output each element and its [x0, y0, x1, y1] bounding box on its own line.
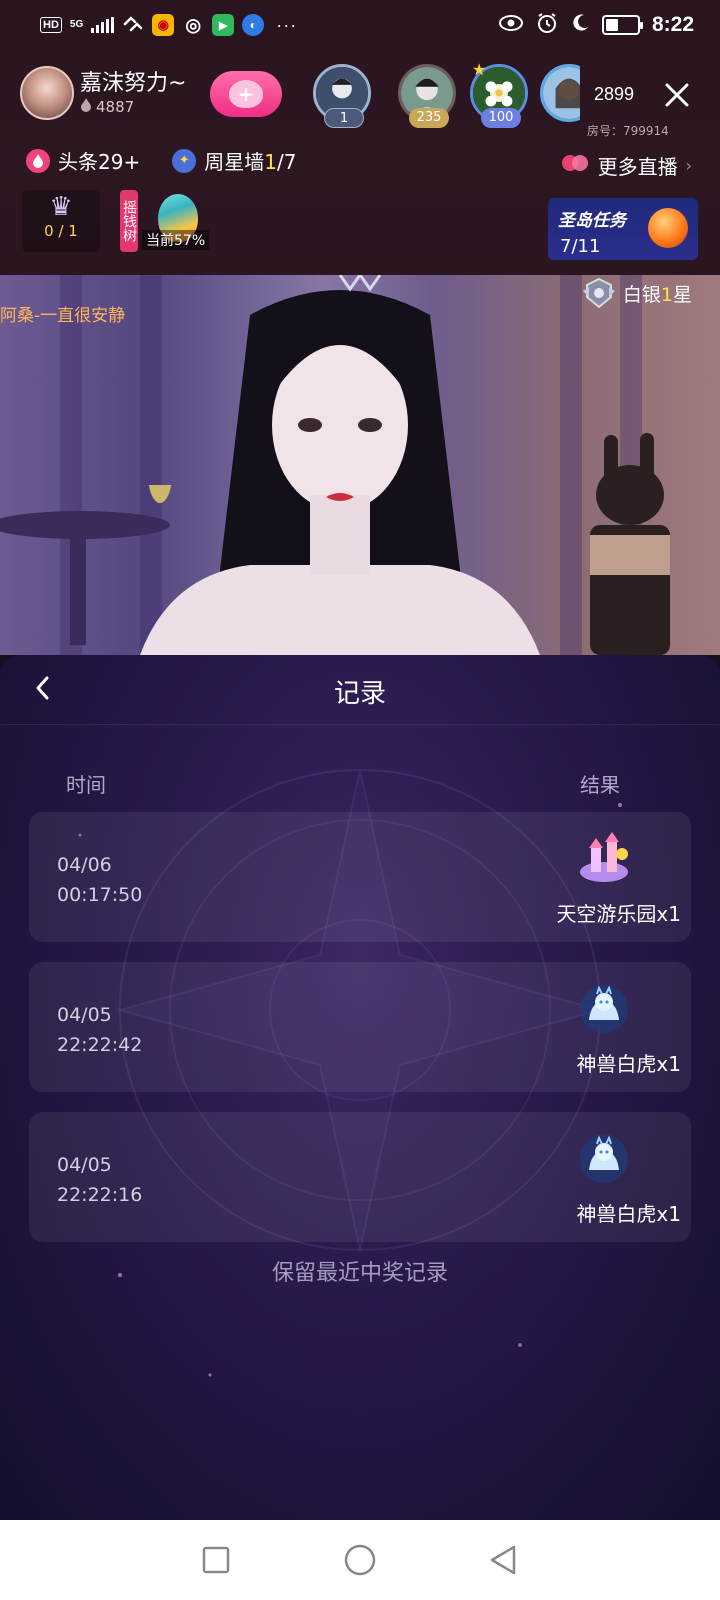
- silver-rank-emblem-icon: [581, 277, 617, 309]
- viewer-rank-badge: 235: [409, 108, 449, 128]
- network-type: 5G: [69, 19, 84, 30]
- battery-icon: [601, 15, 643, 35]
- star-wall-label: 周星墙: [204, 150, 265, 174]
- host-popularity: 4887: [96, 98, 135, 116]
- anchor-rank-badge[interactable]: 白银1星: [581, 277, 692, 309]
- host-name: 嘉沫努力~: [80, 71, 187, 96]
- double-heart-icon: [560, 153, 590, 178]
- money-tree-widget[interactable]: 摇钱树 当前57%: [120, 190, 216, 252]
- column-header-time: 时间: [66, 773, 106, 797]
- viewer-rank-badge: 100: [481, 108, 521, 128]
- viewer-avatar[interactable]: 1: [313, 64, 375, 128]
- record-panel: 记录 时间 结果 04/06 00:17:50 天空游乐园x1 04/05 22…: [0, 655, 720, 1520]
- follow-button[interactable]: +: [210, 71, 282, 117]
- clock: 8:22: [651, 13, 694, 36]
- signal-icon: [91, 17, 115, 33]
- panel-header: 记录: [0, 655, 720, 725]
- task-progress: 7/11: [560, 236, 601, 257]
- crown-icon: ♛: [49, 192, 73, 222]
- record-row: 04/06 00:17:50 天空游乐园x1: [29, 812, 691, 942]
- live-video[interactable]: 阿桑-一直很安静 白银1星: [0, 275, 720, 655]
- heart-plus-icon: +: [229, 80, 263, 108]
- star-wall-current: 1: [264, 150, 277, 174]
- record-prize: 天空游乐园x1: [556, 902, 681, 926]
- star-icon: ✦: [172, 148, 197, 173]
- home-icon[interactable]: [343, 1543, 377, 1577]
- rank-suffix: 星: [672, 283, 692, 306]
- record-retention-note: 保留最近中奖记录: [271, 1261, 448, 1286]
- record-time: 22:22:42: [57, 1034, 143, 1056]
- record-date: 04/05: [57, 1004, 112, 1026]
- viewer-avatar[interactable]: 100 ★: [470, 60, 532, 128]
- money-tree-label: 摇钱树: [120, 190, 138, 252]
- white-tiger-icon: [577, 982, 631, 1036]
- video-app-icon: ▶: [212, 14, 235, 36]
- headline-tag[interactable]: 头条29+: [26, 146, 140, 175]
- link-app-icon: [122, 15, 144, 36]
- more-notifications-icon: ···: [276, 14, 298, 35]
- white-tiger-icon: [577, 1132, 631, 1186]
- crown-count: 0 / 1: [44, 222, 78, 240]
- flame-icon: [80, 98, 92, 116]
- star-wall-tag[interactable]: ✦ 周星墙1/7: [172, 146, 296, 175]
- room-viewer-count[interactable]: 2899: [594, 84, 634, 105]
- system-navigation-bar: [0, 1520, 720, 1600]
- money-tree-progress: 当前57%: [142, 230, 210, 250]
- status-bar: HD 5G ◉ ◎ ▶ ◐ ··· 8:22: [0, 0, 720, 50]
- rank-name: 白银: [622, 283, 661, 306]
- record-row: 04/05 22:22:16 神兽白虎x1: [29, 1112, 691, 1242]
- task-title: 圣岛任务: [558, 211, 626, 231]
- fire-icon: [26, 148, 50, 173]
- do-not-disturb-moon-icon: [570, 13, 590, 38]
- record-time: 00:17:50: [57, 884, 143, 906]
- sky-park-icon: [577, 832, 631, 886]
- headline-label: 头条29+: [58, 150, 141, 174]
- room-id: 房号：799914: [587, 124, 669, 138]
- panel-title: 记录: [333, 679, 386, 709]
- viewer-avatar[interactable]: [540, 64, 580, 126]
- back-icon[interactable]: [487, 1543, 521, 1577]
- host-avatar[interactable]: [20, 66, 74, 120]
- close-icon[interactable]: [660, 78, 694, 112]
- column-header-result: 结果: [580, 773, 620, 797]
- host-card[interactable]: 嘉沫努力~ 4887: [20, 66, 186, 120]
- eye-icon: [498, 14, 524, 37]
- crown-task-widget[interactable]: ♛ 0 / 1: [22, 190, 100, 252]
- alarm-icon: [536, 12, 558, 39]
- recent-apps-icon[interactable]: [199, 1543, 233, 1577]
- record-prize: 神兽白虎x1: [576, 1052, 681, 1076]
- record-prize: 神兽白虎x1: [576, 1202, 681, 1226]
- streamer-image: [140, 275, 540, 655]
- island-task-card[interactable]: 圣岛任务 7/11: [548, 198, 698, 260]
- weibo-icon: ◉: [152, 14, 175, 36]
- record-date: 04/05: [57, 1154, 112, 1176]
- viewer-avatar[interactable]: 235: [398, 64, 460, 128]
- more-live-button[interactable]: 更多直播 ›: [560, 151, 692, 180]
- wechat-icon: ◎: [185, 14, 202, 35]
- orb-icon: [648, 208, 688, 248]
- browser-icon: ◐: [242, 14, 265, 36]
- bunny-plush: [590, 433, 670, 655]
- chevron-right-icon: ›: [685, 156, 692, 175]
- viewer-rank-badge: 1: [324, 108, 364, 128]
- live-room-header: HD 5G ◉ ◎ ▶ ◐ ··· 8:22 嘉沫努力~ 4887 + 1 23…: [0, 0, 720, 280]
- star-wall-total: /7: [276, 150, 297, 174]
- music-overlay-text: 阿桑-一直很安静: [0, 306, 126, 326]
- hd-indicator: HD: [40, 17, 62, 33]
- star-icon: ★: [472, 60, 487, 79]
- record-row: 04/05 22:22:42 神兽白虎x1: [29, 962, 691, 1092]
- more-live-label: 更多直播: [597, 155, 678, 179]
- record-date: 04/06: [57, 854, 112, 876]
- rank-level: 1: [660, 283, 673, 306]
- record-time: 22:22:16: [57, 1184, 143, 1206]
